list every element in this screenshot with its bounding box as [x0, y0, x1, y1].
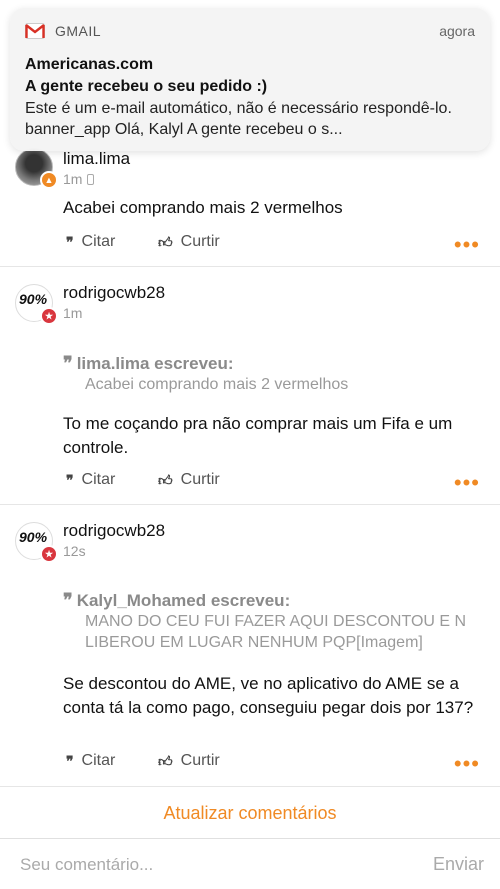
- post-time: 1m: [63, 305, 83, 321]
- comment-composer: Enviar: [0, 840, 500, 889]
- gmail-icon: [25, 23, 45, 39]
- post-time: 1m: [63, 171, 95, 187]
- quote-text: Acabei comprando mais 2 vermelhos: [85, 376, 349, 393]
- post-time: 12s: [63, 543, 86, 559]
- flame-badge-icon: ▲: [40, 171, 58, 189]
- more-options-icon[interactable]: •••: [454, 753, 480, 775]
- avatar-logo-text: 90%: [19, 529, 48, 545]
- refresh-comments-label: Atualizar comentários: [163, 803, 337, 823]
- notification-body: Este é um e-mail automático, não é neces…: [25, 100, 452, 138]
- quote-button-label: Citar: [81, 752, 116, 769]
- quote-button[interactable]: ❞ Citar: [66, 233, 115, 251]
- post-username[interactable]: rodrigocwb28: [63, 283, 165, 303]
- trophy-badge-icon: ★: [40, 307, 58, 325]
- quote-icon: ❞: [66, 752, 74, 769]
- post-content: Se descontou do AME, ve no aplicativo do…: [63, 674, 474, 717]
- send-button[interactable]: Enviar: [433, 854, 484, 875]
- thumbs-up-icon: 👍︎: [158, 471, 173, 488]
- quote-button-label: Citar: [81, 233, 116, 250]
- thumbs-up-icon: 👍︎: [158, 233, 173, 250]
- mobile-device-icon: [87, 174, 95, 185]
- email-notification[interactable]: GMAIL agora Americanas.com A gente receb…: [10, 8, 490, 151]
- quote-icon: ❞: [66, 471, 74, 488]
- avatar-logo-text: 90%: [19, 291, 48, 307]
- like-button-label: Curtir: [180, 233, 220, 250]
- notification-header: GMAIL agora: [25, 20, 475, 42]
- quote-button-label: Citar: [81, 471, 116, 488]
- quote-icon: ❞: [66, 233, 74, 250]
- quote-button[interactable]: ❞ Citar: [66, 471, 115, 489]
- notification-app-name: GMAIL: [55, 23, 102, 39]
- post-username[interactable]: lima.lima: [63, 149, 130, 169]
- more-options-icon[interactable]: •••: [454, 472, 480, 494]
- avatar[interactable]: 90% ★: [15, 522, 58, 563]
- more-options-icon[interactable]: •••: [454, 234, 480, 256]
- quote-text: MANO DO CEU FUI FAZER AQUI DESCONTOU E N…: [85, 613, 467, 651]
- quote-icon: ❞: [63, 353, 73, 374]
- like-button[interactable]: 👍︎ Curtir: [158, 752, 220, 770]
- comment-post: 90% ★ rodrigocwb28 1m ❞ lima.lima escreve…: [0, 267, 500, 505]
- quote-icon: ❞: [63, 590, 73, 611]
- quote-author: ❞ Kalyl_Mohamed escreveu:: [63, 590, 291, 611]
- like-button[interactable]: 👍︎ Curtir: [158, 471, 220, 489]
- quote-button[interactable]: ❞ Citar: [66, 752, 115, 770]
- comment-post: 90% ★ rodrigocwb28 12s ❞ Kalyl_Mohamed es…: [0, 505, 500, 787]
- post-content: To me coçando pra não comprar mais um Fi…: [63, 414, 453, 457]
- notification-subject: A gente recebeu o seu pedido :): [25, 78, 268, 95]
- post-username[interactable]: rodrigocwb28: [63, 521, 165, 541]
- like-button-label: Curtir: [180, 752, 220, 769]
- like-button[interactable]: 👍︎ Curtir: [158, 233, 220, 251]
- notification-time: agora: [439, 23, 475, 39]
- trophy-badge-icon: ★: [40, 545, 58, 563]
- quote-author: ❞ lima.lima escreveu:: [63, 353, 234, 374]
- comment-input[interactable]: [20, 854, 433, 875]
- like-button-label: Curtir: [180, 471, 220, 488]
- avatar[interactable]: 90% ★: [15, 284, 58, 325]
- post-content: Acabei comprando mais 2 vermelhos: [63, 198, 343, 217]
- refresh-comments-button[interactable]: Atualizar comentários: [0, 787, 500, 839]
- notification-sender: Americanas.com: [25, 56, 154, 73]
- avatar[interactable]: ▲: [15, 148, 58, 189]
- thumbs-up-icon: 👍︎: [158, 752, 173, 769]
